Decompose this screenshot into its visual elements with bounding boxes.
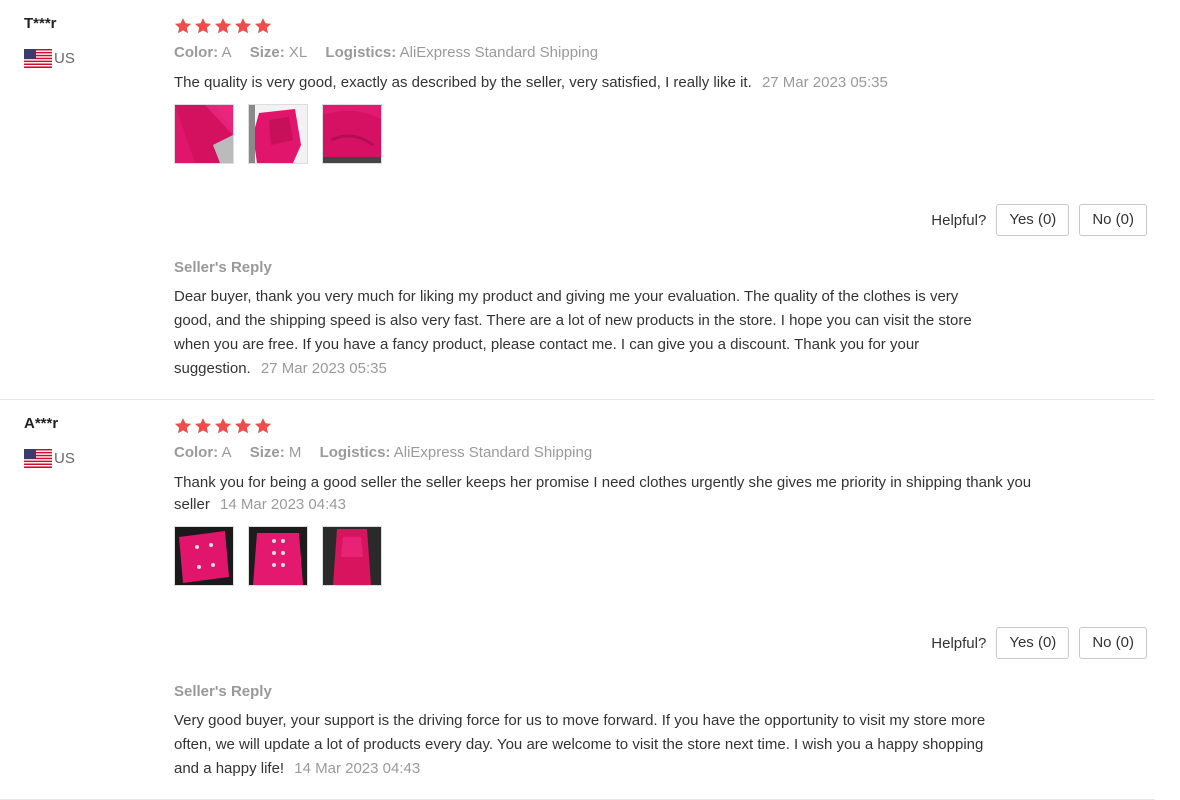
- review-photo-thumbnail[interactable]: [174, 104, 234, 164]
- helpful-vote: Helpful? Yes (0) No (0): [931, 627, 1147, 659]
- logistics-value: AliExpress Standard Shipping: [399, 44, 599, 61]
- helpful-yes-button[interactable]: Yes (0): [996, 627, 1070, 659]
- review-content: Color: A Size: M Logistics: AliExpress S…: [174, 414, 1154, 586]
- helpful-label: Helpful?: [931, 634, 987, 652]
- logistics-value: AliExpress Standard Shipping: [393, 444, 593, 461]
- size-value: M: [288, 444, 302, 461]
- review-item: T***r US Color: A Size: XL Logistics: Al…: [0, 0, 1155, 400]
- reviewer-name: T***r: [24, 15, 57, 32]
- us-flag-icon: [24, 48, 52, 68]
- helpful-no-button[interactable]: No (0): [1079, 627, 1147, 659]
- review-date: 27 Mar 2023 05:35: [761, 74, 888, 91]
- review-photos: [174, 104, 1154, 164]
- size-label: Size:: [249, 444, 285, 461]
- reviewer-country: US: [24, 448, 154, 468]
- seller-reply: Seller's Reply Dear buyer, thank you ver…: [174, 257, 994, 381]
- review-photo-thumbnail[interactable]: [248, 526, 308, 586]
- star-icon: [234, 17, 252, 35]
- review-date: 14 Mar 2023 04:43: [220, 496, 346, 513]
- review-photo-thumbnail[interactable]: [174, 526, 234, 586]
- review-text: Thank you for being a good seller the se…: [174, 472, 1054, 516]
- star-icon: [234, 417, 252, 435]
- reviewer-info: A***r US: [24, 414, 154, 468]
- helpful-label: Helpful?: [931, 211, 987, 229]
- review-item: A***r US Color: A Size: M Logistics: Ali…: [0, 400, 1155, 800]
- review-photo-thumbnail[interactable]: [248, 104, 308, 164]
- seller-reply-date: 14 Mar 2023 04:43: [294, 760, 421, 777]
- review-photos: [174, 526, 1154, 586]
- helpful-no-button[interactable]: No (0): [1079, 204, 1147, 236]
- helpful-vote: Helpful? Yes (0) No (0): [931, 204, 1147, 236]
- us-flag-icon: [24, 448, 52, 468]
- color-label: Color:: [174, 44, 219, 61]
- seller-reply: Seller's Reply Very good buyer, your sup…: [174, 681, 994, 781]
- reviewer-country: US: [24, 48, 154, 68]
- seller-reply-title: Seller's Reply: [174, 259, 272, 276]
- review-photo-thumbnail[interactable]: [322, 526, 382, 586]
- seller-reply-text: Very good buyer, your support is the dri…: [174, 709, 994, 781]
- star-rating: [174, 414, 1154, 438]
- star-icon: [254, 17, 272, 35]
- order-attributes: Color: A Size: XL Logistics: AliExpress …: [174, 42, 1154, 64]
- color-value: A: [221, 44, 232, 61]
- country-code: US: [54, 49, 75, 67]
- star-icon: [214, 417, 232, 435]
- order-attributes: Color: A Size: M Logistics: AliExpress S…: [174, 442, 1154, 464]
- reviewer-info: T***r US: [24, 14, 154, 68]
- logistics-label: Logistics:: [319, 444, 391, 461]
- size-label: Size:: [249, 44, 285, 61]
- star-icon: [194, 417, 212, 435]
- color-label: Color:: [174, 444, 219, 461]
- star-icon: [174, 417, 192, 435]
- reviewer-name: A***r: [24, 415, 59, 432]
- star-icon: [174, 17, 192, 35]
- review-content: Color: A Size: XL Logistics: AliExpress …: [174, 14, 1154, 164]
- size-value: XL: [288, 44, 308, 61]
- logistics-label: Logistics:: [325, 44, 397, 61]
- seller-reply-text: Dear buyer, thank you very much for liki…: [174, 285, 994, 381]
- review-photo-thumbnail[interactable]: [322, 104, 382, 164]
- seller-reply-title: Seller's Reply: [174, 683, 272, 700]
- review-text: The quality is very good, exactly as des…: [174, 72, 1054, 94]
- review-body: The quality is very good, exactly as des…: [174, 74, 752, 91]
- star-icon: [214, 17, 232, 35]
- star-rating: [174, 14, 1154, 38]
- color-value: A: [221, 444, 232, 461]
- star-icon: [254, 417, 272, 435]
- helpful-yes-button[interactable]: Yes (0): [996, 204, 1070, 236]
- star-icon: [194, 17, 212, 35]
- country-code: US: [54, 449, 75, 467]
- seller-reply-date: 27 Mar 2023 05:35: [260, 360, 387, 377]
- review-list: T***r US Color: A Size: XL Logistics: Al…: [0, 0, 1180, 800]
